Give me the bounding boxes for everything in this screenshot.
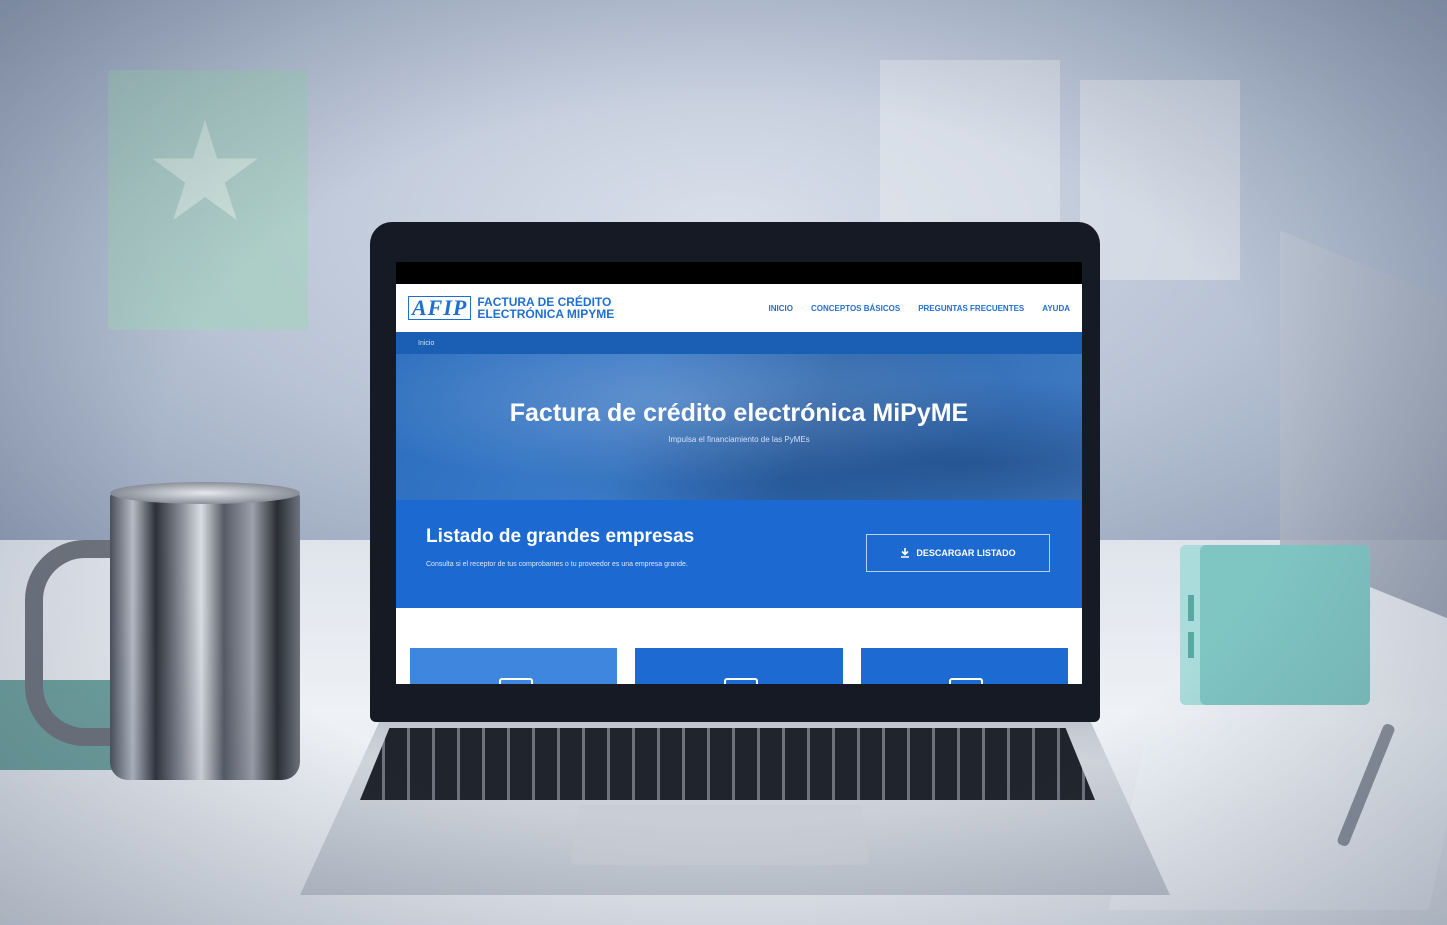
breadcrumb-item[interactable]: Inicio — [418, 340, 434, 347]
document-icon — [723, 678, 758, 684]
feature-card[interactable] — [860, 648, 1068, 684]
nav-ayuda[interactable]: AYUDA — [1042, 304, 1070, 313]
afip-logo-mark: AFIP — [408, 296, 472, 320]
document-icon — [498, 678, 533, 684]
photo-scene: AFIP FACTURA DE CRÉDITO ELECTRÓNICA MIPY… — [0, 0, 1447, 925]
band-subtitle: Consulta si el receptor de tus comproban… — [426, 561, 688, 568]
site-title: FACTURA DE CRÉDITO ELECTRÓNICA MIPYME — [477, 296, 614, 320]
laptop-trackpad — [570, 805, 870, 865]
feature-cards — [396, 648, 1082, 684]
companies-list-band: Listado de grandes empresas Consulta si … — [396, 500, 1082, 608]
band-title: Listado de grandes empresas — [426, 526, 695, 547]
feature-card[interactable] — [410, 648, 618, 684]
nav-conceptos-basicos[interactable]: CONCEPTOS BÁSICOS — [811, 304, 900, 313]
site-header: AFIP FACTURA DE CRÉDITO ELECTRÓNICA MIPY… — [396, 284, 1082, 332]
metal-mug — [110, 490, 300, 780]
hero-title: Factura de crédito electrónica MiPyME — [509, 399, 969, 427]
site-title-line2: ELECTRÓNICA MIPYME — [477, 307, 615, 321]
wall-paper — [1080, 80, 1240, 280]
hero-banner: Factura de crédito electrónica MiPyME Im… — [396, 354, 1082, 500]
screen-top-bar — [396, 262, 1082, 284]
laptop-keyboard — [360, 728, 1095, 800]
download-icon — [901, 548, 910, 558]
download-list-label: DESCARGAR LISTADO — [916, 548, 1016, 558]
breadcrumb: Inicio — [396, 332, 1082, 354]
download-list-button[interactable]: DESCARGAR LISTADO — [866, 534, 1050, 572]
nav-inicio[interactable]: INICIO — [769, 304, 793, 313]
main-nav: INICIO CONCEPTOS BÁSICOS PREGUNTAS FRECU… — [769, 304, 1070, 313]
section-spacer — [396, 608, 1082, 648]
hero-subtitle: Impulsa el financiamiento de las PyMEs — [668, 435, 810, 444]
feature-card[interactable] — [635, 648, 843, 684]
cube-light — [1188, 632, 1194, 658]
nav-preguntas-frecuentes[interactable]: PREGUNTAS FRECUENTES — [918, 304, 1024, 313]
cube-light — [1188, 595, 1194, 621]
wall-poster — [108, 70, 308, 330]
site-logo[interactable]: AFIP FACTURA DE CRÉDITO ELECTRÓNICA MIPY… — [408, 296, 614, 320]
teal-cube-speaker — [1180, 545, 1370, 705]
laptop-screen: AFIP FACTURA DE CRÉDITO ELECTRÓNICA MIPY… — [396, 262, 1082, 684]
mug-rim — [110, 482, 300, 504]
document-icon — [949, 678, 984, 684]
